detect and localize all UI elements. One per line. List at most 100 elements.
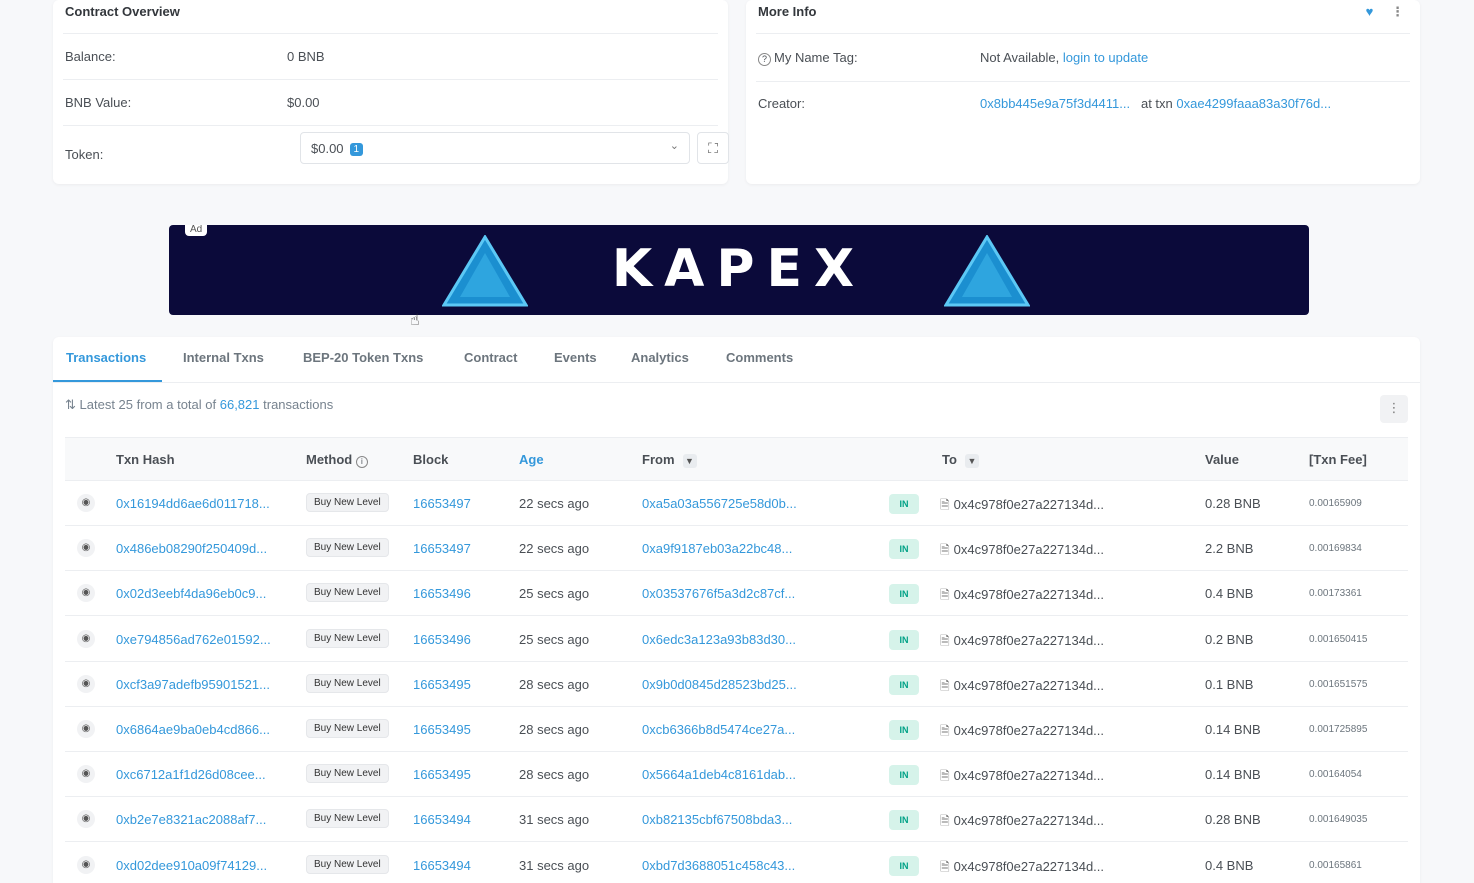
from-address-link[interactable]: 0xbd7d3688051c458c43... [642,858,795,873]
table-header: Txn Hash Method i Block Age From ▼ To ▼ Va… [65,437,1408,481]
tab-transactions[interactable]: Transactions [66,350,146,365]
th-txn-fee[interactable]: [Txn Fee] [1309,452,1367,467]
tab-events[interactable]: Events [554,350,597,365]
txn-hash-link[interactable]: 0xcf3a97adefb95901521... [116,677,270,692]
to-address[interactable]: 0x4c978f0e27a227134d... [954,859,1104,874]
from-address-link[interactable]: 0xa9f9187eb03a22bc48... [642,541,792,556]
from-address-link[interactable]: 0xb82135cbf67508bda3... [642,812,792,827]
from-address-link[interactable]: 0xcb6366b8d5474ce27a... [642,722,795,737]
summary-prefix: Latest 25 from a total of [79,397,217,412]
tab-contract[interactable]: Contract [464,350,517,365]
to-address[interactable]: 0x4c978f0e27a227134d... [954,587,1104,602]
txn-hash-link[interactable]: 0xb2e7e8321ac2088af7... [116,812,266,827]
to-address[interactable]: 0x4c978f0e27a227134d... [954,723,1104,738]
to-address[interactable]: 0x4c978f0e27a227134d... [954,633,1104,648]
tab-analytics[interactable]: Analytics [631,350,689,365]
token-count-badge: 1 [349,143,364,156]
table-row: ◉ 0x6864ae9ba0eb4cd866... Buy New Level 166… [65,707,1408,752]
divider [63,125,718,126]
name-tag-value: Not Available, [980,50,1060,65]
to-address[interactable]: 0x4c978f0e27a227134d... [954,542,1104,557]
eye-icon[interactable]: ◉ [77,765,95,784]
txn-hash-link[interactable]: 0x02d3eebf4da96eb0c9... [116,586,266,601]
value-amount: 0.2 BNB [1205,631,1254,647]
txn-hash-link[interactable]: 0x16194dd6ae6d011718... [116,496,270,511]
txn-fee: 0.00165861 [1309,859,1362,871]
value-amount: 0.28 BNB [1205,812,1261,828]
txn-fee: 0.00173361 [1309,588,1362,600]
expand-icon: ⛶ [708,140,718,156]
creator-address-link[interactable]: 0x8bb445e9a75f3d4411... [980,96,1130,111]
token-dropdown[interactable]: $0.00 1 ⌄ [300,132,690,164]
block-link[interactable]: 16653494 [413,858,471,873]
mouse-cursor-icon: ☝ [410,312,420,329]
summary-options-button[interactable]: ⋮ [1380,395,1408,423]
eye-icon[interactable]: ◉ [77,855,95,874]
txn-hash-link[interactable]: 0xd02dee910a09f74129... [116,858,267,873]
more-info-title: More Info [758,4,817,19]
block-link[interactable]: 16653495 [413,767,471,782]
value-amount: 0.4 BNB [1205,857,1254,873]
to-address[interactable]: 0x4c978f0e27a227134d... [954,678,1104,693]
eye-icon[interactable]: ◉ [77,539,95,558]
tab-comments[interactable]: Comments [726,350,793,365]
table-row: ◉ 0xcf3a97adefb95901521... Buy New Level 16… [65,662,1408,707]
to-address[interactable]: 0x4c978f0e27a227134d... [954,813,1104,828]
block-link[interactable]: 16653496 [413,632,471,647]
creator-txn-link[interactable]: 0xae4299faaa83a30f76d... [1176,96,1331,111]
heart-icon[interactable]: ♥ [1366,4,1374,19]
block-link[interactable]: 16653495 [413,677,471,692]
total-count-link[interactable]: 66,821 [220,397,260,412]
age-value: 28 secs ago [519,722,590,737]
txn-hash-link[interactable]: 0x486eb08290f250409d... [116,541,267,556]
from-address-link[interactable]: 0x6edc3a123a93b83d30... [642,632,796,647]
to-address[interactable]: 0x4c978f0e27a227134d... [954,768,1104,783]
block-link[interactable]: 16653497 [413,541,471,556]
method-badge: Buy New Level [306,764,389,784]
more-options-icon[interactable]: ⋮ [1391,4,1404,19]
contract-overview-title: Contract Overview [63,0,718,34]
tab-internal-txns[interactable]: Internal Txns [183,350,264,365]
eye-icon[interactable]: ◉ [77,674,95,693]
th-txn-hash: Txn Hash [116,452,175,467]
age-value: 22 secs ago [519,541,590,557]
th-from-wrap: From ▼ [642,452,697,468]
more-info-card: More Info ♥ ⋮ ? My Name Tag: Not Availabl… [746,0,1420,184]
to-cell: 🗎 0x4c978f0e27a227134d... [940,586,1104,607]
block-link[interactable]: 16653496 [413,586,471,601]
block-link[interactable]: 16653494 [413,812,471,827]
direction-badge: IN [889,629,919,650]
block-link[interactable]: 16653495 [413,722,471,737]
txn-hash-link[interactable]: 0xc6712a1f1d26d08cee... [116,767,266,782]
from-address-link[interactable]: 0xa5a03a556725e58d0b... [642,496,797,511]
name-tag-label-wrap: ? My Name Tag: [758,50,858,66]
tab-bep20-token-txns[interactable]: BEP-20 Token Txns [303,350,423,365]
txn-hash-link[interactable]: 0xe794856ad762e01592... [116,632,271,647]
th-age[interactable]: Age [519,452,544,467]
table-row: ◉ 0x02d3eebf4da96eb0c9... Buy New Level 166… [65,571,1408,617]
from-address-link[interactable]: 0x03537676f5a3d2c87cf... [642,586,795,601]
contract-file-icon: 🗎 [940,859,950,874]
filter-icon[interactable]: ▼ [964,454,979,468]
eye-icon[interactable]: ◉ [77,629,95,648]
ad-tag: Ad [185,225,208,236]
expand-button[interactable]: ⛶ [697,132,729,164]
direction-badge: IN [889,584,919,605]
direction-badge: IN [889,855,919,876]
table-row: ◉ 0xe794856ad762e01592... Buy New Level 166… [65,617,1408,662]
eye-icon[interactable]: ◉ [77,494,95,512]
from-address-link[interactable]: 0x5664a1deb4c8161dab... [642,767,796,782]
login-link[interactable]: login to update [1063,50,1148,65]
th-method-wrap: Method i [306,452,368,468]
from-address-link[interactable]: 0x9b0d0845d28523bd25... [642,677,797,692]
filter-icon[interactable]: ▼ [682,454,697,468]
ad-banner[interactable]: Ad KAPEX [169,225,1309,315]
eye-icon[interactable]: ◉ [77,720,95,738]
txn-hash-link[interactable]: 0x6864ae9ba0eb4cd866... [116,722,270,737]
th-block: Block [413,452,449,467]
more-info-header: More Info ♥ ⋮ [756,0,1410,34]
eye-icon[interactable]: ◉ [77,810,95,829]
to-address[interactable]: 0x4c978f0e27a227134d... [954,497,1104,512]
eye-icon[interactable]: ◉ [77,584,95,603]
block-link[interactable]: 16653497 [413,496,471,511]
